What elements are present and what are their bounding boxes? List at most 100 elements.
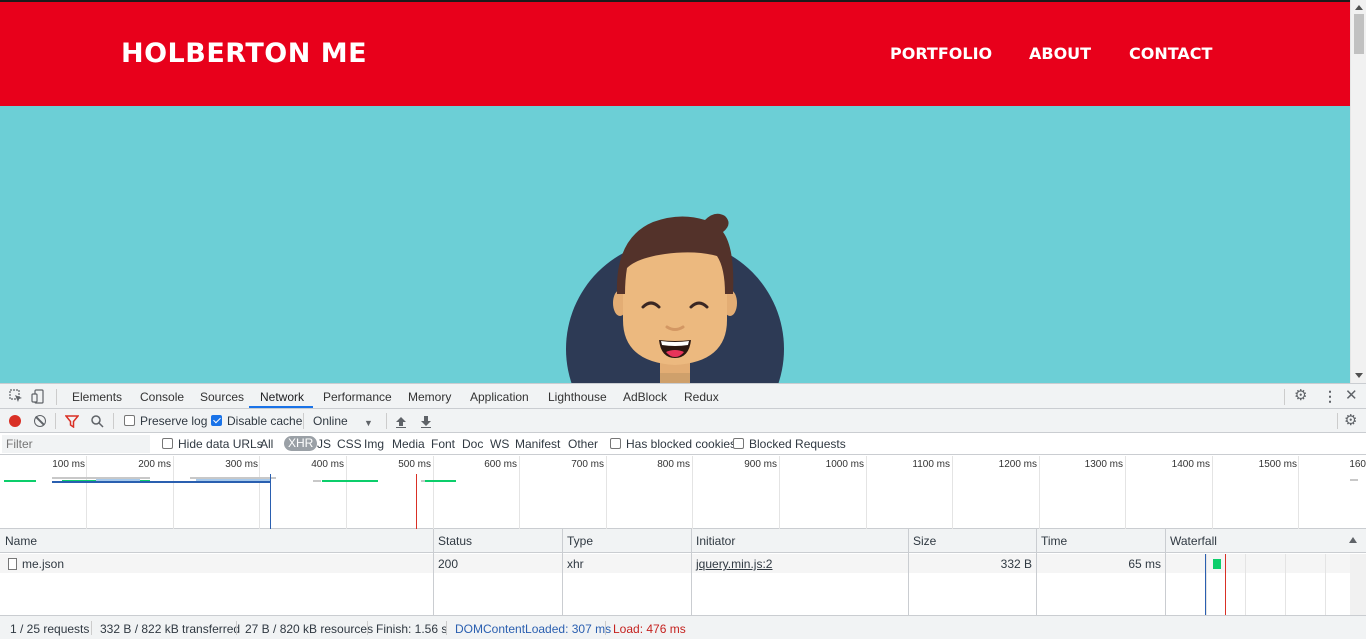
- sort-ascending-icon[interactable]: [1349, 537, 1357, 543]
- column-header-time[interactable]: Time: [1036, 529, 1165, 553]
- tab-network[interactable]: Network: [260, 390, 304, 404]
- column-header-initiator[interactable]: Initiator: [691, 529, 908, 553]
- status-separator: [446, 621, 447, 635]
- overview-request-bar: [425, 480, 456, 482]
- tick-label: 200 ms: [138, 459, 171, 470]
- inspect-element-icon[interactable]: [9, 389, 23, 403]
- filter-type-doc[interactable]: Doc: [462, 437, 483, 451]
- file-icon: [8, 558, 17, 570]
- filter-type-css[interactable]: CSS: [337, 437, 362, 451]
- device-toolbar-icon[interactable]: [31, 389, 45, 404]
- hide-data-urls-checkbox[interactable]: [162, 438, 173, 449]
- scroll-up-arrow-icon[interactable]: [1355, 5, 1363, 10]
- filter-type-font[interactable]: Font: [431, 437, 455, 451]
- network-overview-timeline[interactable]: 100 ms 200 ms 300 ms 400 ms 500 ms 600 m…: [0, 456, 1366, 529]
- column-header-waterfall[interactable]: Waterfall: [1165, 529, 1366, 553]
- filter-type-ws[interactable]: WS: [490, 437, 509, 451]
- tick-gridline: [1125, 456, 1126, 529]
- tick-label: 1200 ms: [998, 459, 1037, 470]
- status-dom-content-loaded: DOMContentLoaded: 307 ms: [455, 622, 612, 636]
- overview-request-bar: [322, 480, 378, 482]
- page-scrollbar[interactable]: [1350, 0, 1366, 383]
- active-tab-indicator: [249, 406, 313, 408]
- overview-request-bar: [313, 480, 321, 482]
- column-header-name[interactable]: Name: [0, 529, 433, 553]
- tab-console[interactable]: Console: [140, 390, 184, 404]
- filter-type-js[interactable]: JS: [317, 437, 331, 451]
- request-status: 200: [438, 557, 459, 571]
- waterfall-gridline: [1325, 554, 1326, 615]
- filter-input[interactable]: [2, 435, 150, 453]
- waterfall-gridline: [1285, 554, 1286, 615]
- column-header-type[interactable]: Type: [562, 529, 691, 553]
- column-divider: [1036, 529, 1037, 615]
- has-blocked-cookies-checkbox[interactable]: [610, 438, 621, 449]
- tick-label: 800 ms: [657, 459, 690, 470]
- tick-gridline: [1039, 456, 1040, 529]
- network-settings-gear-icon[interactable]: ⚙: [1344, 413, 1357, 428]
- disable-cache-checkbox[interactable]: [211, 415, 222, 426]
- tick-label: 1500 ms: [1258, 459, 1297, 470]
- has-blocked-cookies-label: Has blocked cookies: [626, 437, 737, 451]
- filter-type-other[interactable]: Other: [568, 437, 598, 451]
- column-divider: [691, 529, 692, 615]
- filter-type-all[interactable]: All: [260, 437, 273, 451]
- table-scrollbar[interactable]: [1350, 554, 1366, 615]
- tab-lighthouse[interactable]: Lighthouse: [548, 390, 607, 404]
- tick-label: 160: [1349, 459, 1366, 470]
- tab-memory[interactable]: Memory: [408, 390, 451, 404]
- blocked-requests-checkbox[interactable]: [733, 438, 744, 449]
- scrollbar-thumb[interactable]: [1354, 14, 1364, 54]
- throttling-select[interactable]: Online: [313, 414, 348, 428]
- request-initiator-link[interactable]: jquery.min.js:2: [696, 557, 772, 571]
- status-load: Load: 476 ms: [613, 622, 686, 636]
- tick-label: 700 ms: [571, 459, 604, 470]
- waterfall-bar[interactable]: [1213, 559, 1221, 569]
- tick-label: 400 ms: [311, 459, 344, 470]
- filter-icon[interactable]: [65, 415, 79, 428]
- site-logo[interactable]: HOLBERTON ME: [121, 38, 367, 69]
- waterfall-gridline: [1245, 554, 1246, 615]
- column-header-size[interactable]: Size: [908, 529, 1036, 553]
- nav-link-portfolio[interactable]: PORTFOLIO: [890, 44, 992, 63]
- devtools-panel: Elements Console Sources Network Perform…: [0, 383, 1366, 639]
- tab-redux[interactable]: Redux: [684, 390, 719, 404]
- filter-type-img[interactable]: Img: [364, 437, 384, 451]
- tick-gridline: [173, 456, 174, 529]
- tick-gridline: [692, 456, 693, 529]
- tab-elements[interactable]: Elements: [72, 390, 122, 404]
- request-table: Name Status Type Initiator Size Time Wat…: [0, 529, 1366, 615]
- load-event-marker: [416, 474, 417, 529]
- tabbar-separator: [1284, 389, 1285, 405]
- tab-adblock[interactable]: AdBlock: [623, 390, 667, 404]
- overview-request-bar: [52, 481, 270, 483]
- import-har-icon[interactable]: [395, 415, 407, 428]
- tick-label: 1100 ms: [912, 459, 950, 470]
- status-transferred: 332 B / 822 kB transferred: [100, 622, 241, 636]
- request-name[interactable]: me.json: [22, 557, 64, 571]
- tab-application[interactable]: Application: [470, 390, 529, 404]
- clear-icon[interactable]: [34, 415, 46, 427]
- tab-performance[interactable]: Performance: [323, 390, 392, 404]
- filter-type-manifest[interactable]: Manifest: [515, 437, 560, 451]
- tick-gridline: [346, 456, 347, 529]
- nav-link-about[interactable]: ABOUT: [1029, 44, 1091, 63]
- tick-gridline: [433, 456, 434, 529]
- scroll-down-arrow-icon[interactable]: [1355, 373, 1363, 378]
- more-options-icon[interactable]: ⋮: [1323, 389, 1337, 403]
- filter-type-xhr[interactable]: XHR: [284, 436, 318, 451]
- tick-gridline: [259, 456, 260, 529]
- tick-gridline: [779, 456, 780, 529]
- nav-link-contact[interactable]: CONTACT: [1129, 44, 1212, 63]
- filter-type-media[interactable]: Media: [392, 437, 425, 451]
- search-icon[interactable]: [91, 415, 104, 428]
- settings-gear-icon[interactable]: ⚙: [1294, 388, 1307, 403]
- record-button[interactable]: [9, 415, 21, 427]
- tab-sources[interactable]: Sources: [200, 390, 244, 404]
- chevron-down-icon[interactable]: ▼: [364, 416, 373, 430]
- export-har-icon[interactable]: [420, 415, 432, 428]
- column-header-status[interactable]: Status: [433, 529, 562, 553]
- preserve-log-checkbox[interactable]: [124, 415, 135, 426]
- close-devtools-icon[interactable]: ✕: [1345, 388, 1358, 403]
- column-divider: [908, 529, 909, 615]
